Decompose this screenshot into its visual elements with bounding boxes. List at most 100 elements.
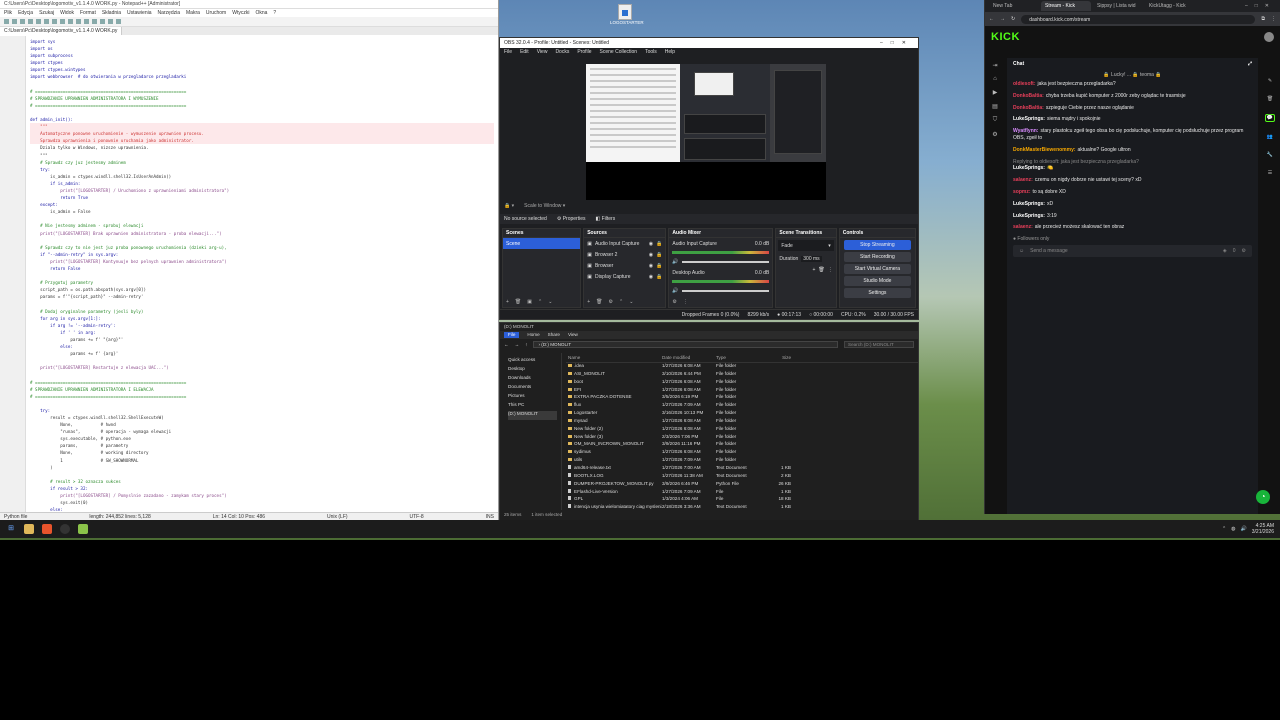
popout-icon[interactable]: ⤢ [1248,61,1252,67]
obs-preview[interactable] [586,64,826,200]
desktop-file-icon[interactable]: LOGOSTARTER [610,4,644,25]
obs-menu-item[interactable]: Help [665,49,675,55]
npp-menu-item[interactable]: Widok [60,10,74,16]
down-icon[interactable]: ⌄ [548,299,552,305]
obs-menu-item[interactable]: Tools [645,49,657,55]
browser-tab[interactable]: New Tab [989,1,1039,11]
chat-username[interactable]: LukeSprings: [1013,116,1045,122]
scale-dropdown[interactable]: Scale to Window ▾ [524,203,565,209]
emote-icon[interactable]: ☺ [1019,248,1024,254]
source-item[interactable]: ▣ Browser ◉ 🔒 [584,260,665,271]
obs-icon[interactable] [60,524,70,534]
trash-icon[interactable]: 🗑 [818,267,824,273]
npp-menu-item[interactable]: Okna [255,10,267,16]
column-type[interactable]: Type [716,355,761,362]
address-bar[interactable]: › (D:) MONOLIT [533,340,838,348]
file-row[interactable]: GPL 1/3/2024 4:06 AM File 18 KB [566,496,918,504]
file-row[interactable]: boot 1/27/2026 6:08 AM File folder [566,379,918,387]
file-row[interactable]: OM_MAIN_INCROWN_MONOLIT 3/9/2026 11:16 PM… [566,441,918,449]
browser-tab[interactable]: KickUtagg - Kick [1145,1,1195,11]
chat-message[interactable]: DonkoBaltia: chyba trzeba kupić komputer … [1007,92,1258,101]
replace-icon[interactable] [100,19,105,24]
start-icon[interactable]: ⊞ [6,524,16,534]
zoom-out-icon[interactable] [116,19,121,24]
volume-icon[interactable]: 🔊 [1241,526,1247,532]
print-icon[interactable] [44,19,49,24]
copy-icon[interactable] [60,19,65,24]
column-name[interactable]: Name [566,355,662,362]
undo-icon[interactable] [76,19,81,24]
stop-streaming-button[interactable]: Stop Streaming [843,240,911,250]
settings-icon[interactable]: ⚙ [1242,248,1246,254]
obs-menu-item[interactable]: File [504,49,512,55]
lock-icon[interactable]: 🔒 [656,263,662,269]
file-row[interactable]: sydimus 1/27/2026 6:08 AM File folder [566,449,918,457]
speaker-icon[interactable]: 🔊 [672,259,678,265]
chat-username[interactable]: Wyatflynn: [1013,128,1038,134]
duration-input[interactable]: 300 ms [801,255,822,262]
file-row[interactable]: .idea 1/27/2026 6:08 AM File folder [566,363,918,371]
chat-username[interactable]: DonkMasterBiewenommy: [1013,147,1076,153]
chat-message[interactable]: LukeSprings: siema mądry i spokojnie [1007,115,1258,124]
obs-menu-item[interactable]: Edit [520,49,529,55]
file-row[interactable]: EFI 1/27/2026 6:08 AM File folder [566,387,918,395]
npp-menu-item[interactable]: ? [273,10,276,16]
column-date[interactable]: Date modified [662,355,716,362]
file-row[interactable]: ASI_MONOLIT 3/10/2026 6:44 PM File folder [566,371,918,379]
lock-icon[interactable]: 🔒 [656,274,662,280]
npp-menu-item[interactable]: Uruchom [206,10,226,16]
source-item[interactable]: ▣ Browser 2 ◉ 🔒 [584,249,665,260]
chat-message[interactable]: LukeSprings: xD [1007,200,1258,209]
trash-icon[interactable]: 🗑 [515,299,521,305]
file-row[interactable]: New folder (3) 2/3/2026 7:06 PM File folde… [566,434,918,442]
trash-icon[interactable]: 🗑 [1267,96,1273,102]
nav-item[interactable]: Desktop [508,366,557,375]
nav-item[interactable]: This PC [508,402,557,411]
forward-icon[interactable]: → [515,342,520,347]
ribbon-tab[interactable]: Share [548,332,560,338]
scene-item[interactable]: Scene [503,238,581,249]
speaker-icon[interactable]: 🔊 [672,288,678,294]
eye-icon[interactable]: ◉ [649,263,653,269]
zoom-in-icon[interactable] [108,19,113,24]
column-size[interactable]: Size [761,355,791,362]
eye-icon[interactable]: ◉ [649,252,653,258]
save-icon[interactable] [20,19,25,24]
file-row[interactable]: Logostarter 3/16/2026 10:13 PM File folder [566,410,918,418]
npp-menu-item[interactable]: Plik [4,10,12,16]
npp-menu-item[interactable]: Edycja [18,10,33,16]
add-icon[interactable]: + [506,299,509,305]
gear-icon[interactable]: ⚙ [672,299,676,305]
trash-icon[interactable]: 🗑 [596,299,602,305]
chat-username[interactable]: LukeSprings: [1013,213,1045,219]
file-row[interactable]: mysad 1/27/2026 6:08 AM File folder [566,418,918,426]
obs-menu-item[interactable]: Profile [577,49,591,55]
add-icon[interactable]: + [812,267,815,273]
chat-username[interactable]: oldiesoft: [1013,81,1036,87]
file-row[interactable]: EXTRA PACZKA DOTENSE 3/5/2026 6:19 PM File… [566,394,918,402]
assistant-button[interactable]: ◔ [1256,490,1270,504]
chat-message[interactable]: DonkoBaltia: szpieguje Ciebie przez nasze… [1007,104,1258,113]
cut-icon[interactable] [52,19,57,24]
obs-menu-item[interactable]: Docks [555,49,569,55]
down-icon[interactable]: ⌄ [629,299,633,305]
forward-icon[interactable]: → [1000,16,1005,22]
open-file-icon[interactable] [12,19,17,24]
chat-message[interactable]: LukeSprings: 3:19 [1007,212,1258,221]
nav-item[interactable]: Documents [508,384,557,393]
ribbon-tab[interactable]: Home [527,332,539,338]
settings-icon[interactable]: ⚙ [992,131,997,138]
obs-menu-item[interactable]: View [537,49,548,55]
brave-browser-icon[interactable] [42,524,52,534]
browser-tab[interactable]: Stream - Kick [1041,1,1091,11]
ribbon-tab[interactable]: File [504,332,520,338]
chat-message[interactable]: Replying to oldiesoft: jaka jest bezpiec… [1007,158,1258,174]
more-icon[interactable]: ⋮ [683,299,688,305]
home-icon[interactable]: ⌂ [993,76,997,82]
nav-item[interactable]: Quick access [508,357,557,366]
lock-icon[interactable]: 🔒 ▾ [504,203,514,209]
stream-icon[interactable]: ▶ [993,89,998,96]
file-row[interactable]: New folder (2) 1/27/2026 6:08 AM File fold… [566,426,918,434]
chat-message[interactable]: salaenz: czemu on nigdy dobrze nie ustawi… [1007,176,1258,185]
back-icon[interactable]: ← [504,342,509,347]
